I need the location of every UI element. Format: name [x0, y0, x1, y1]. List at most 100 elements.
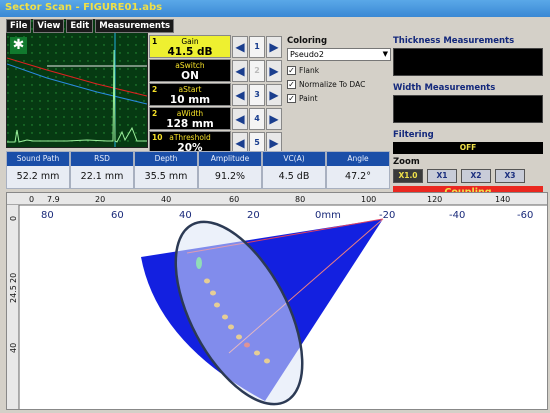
zoom-button-x1[interactable]: X1 [427, 169, 457, 183]
arrow-left-icon[interactable]: ◀ [232, 36, 248, 58]
ruler-tick: 0 [9, 216, 18, 221]
page-button-4[interactable]: 4 [249, 108, 265, 130]
thickness-title: Thickness Measurements [393, 36, 515, 46]
measurement-label: RSD [71, 152, 133, 166]
ruler-tick: 0 [29, 195, 34, 204]
measurement-value: 4.5 dB [278, 171, 310, 182]
param-aswitch[interactable]: aSwitch ON [149, 59, 231, 82]
axis-label: 0mm [315, 210, 341, 221]
a-scan-graph [6, 20, 148, 147]
axis-label: -60 [517, 210, 533, 221]
coloring-select[interactable]: Pseudo2 ▼ [287, 48, 391, 61]
param-value: 128 mm [166, 118, 214, 130]
ruler-tick: 40 [161, 195, 171, 204]
param-value: 10 mm [169, 94, 211, 106]
measurement-cell: Sound Path 52.2 mm [6, 151, 70, 189]
freeze-icon[interactable]: ✱ [10, 37, 27, 54]
ruler-tick: 80 [295, 195, 305, 204]
ruler-tick: 120 [427, 195, 442, 204]
measurement-cell: Depth 35.5 mm [134, 151, 198, 189]
ruler-tick: 40 [9, 343, 18, 353]
arrow-left-icon[interactable]: ◀ [232, 108, 248, 130]
arrow-right-icon[interactable]: ▶ [266, 60, 282, 82]
thickness-display [393, 48, 543, 76]
measurement-label: Depth [135, 152, 197, 166]
measurement-value: 35.5 mm [144, 171, 188, 182]
chevron-down-icon: ▼ [382, 50, 388, 58]
measurement-cell: VC(A) 4.5 dB [262, 151, 326, 189]
check-icon: ✓ [287, 66, 296, 75]
param-gain[interactable]: 1 Gain 41.5 dB [149, 35, 231, 58]
flank-checkbox[interactable]: ✓ Flank [287, 66, 391, 75]
param-index: 2 [152, 85, 158, 94]
param-label: Gain [181, 37, 199, 46]
zoom-title: Zoom [393, 157, 420, 167]
axis-label: -40 [449, 210, 465, 221]
scan-axis-labels: 80 60 40 20 0mm -20 -40 -60 [41, 210, 533, 221]
param-astart[interactable]: 2 aStart 10 mm [149, 83, 231, 106]
ruler-marker: 7.9 [47, 195, 60, 204]
a-scan-panel[interactable] [6, 19, 148, 148]
checkbox-label: Paint [299, 94, 318, 103]
menu-edit[interactable]: Edit [66, 19, 94, 33]
param-label: aWidth [176, 109, 204, 118]
ruler-tick: 60 [229, 195, 239, 204]
width-display [393, 95, 543, 123]
ruler-tick: 20 [9, 273, 18, 283]
checkbox-label: Normalize To DAC [299, 80, 366, 89]
axis-label: 40 [179, 210, 192, 221]
ruler-tick: 140 [495, 195, 510, 204]
measurement-bar: Sound Path 52.2 mm RSD 22.1 mm Depth 35.… [6, 151, 390, 189]
arrow-right-icon[interactable]: ▶ [266, 36, 282, 58]
measurement-label: Angle [327, 152, 389, 166]
measurement-value: 47.2° [345, 171, 371, 182]
filtering-value[interactable]: OFF [393, 142, 543, 154]
arrow-left-icon[interactable]: ◀ [232, 60, 248, 82]
arrow-right-icon[interactable]: ▶ [266, 108, 282, 130]
measurement-value: 52.2 mm [16, 171, 60, 182]
param-index: 2 [152, 109, 158, 118]
measurement-label: Sound Path [7, 152, 69, 166]
check-icon: ✓ [287, 80, 296, 89]
measurement-value: 22.1 mm [80, 171, 124, 182]
zoom-button-x1-0[interactable]: X1.0 [393, 169, 423, 183]
menu-file[interactable]: File [6, 19, 32, 33]
measurement-value: 91.2% [214, 171, 246, 182]
axis-label: 60 [111, 210, 124, 221]
coloring-title: Coloring [287, 36, 328, 46]
page-button-1[interactable]: 1 [249, 36, 265, 58]
coloring-selected: Pseudo2 [290, 50, 324, 59]
menu-view[interactable]: View [33, 19, 65, 33]
ruler-marker: 24.5 [9, 285, 18, 303]
zoom-buttons: X1.0 X1 X2 X3 [393, 169, 543, 183]
parameter-panel: 1 Gain 41.5 dB aSwitch ON 2 aStart 10 mm… [149, 35, 231, 155]
param-adjust-buttons: ◀ 1 ▶ ◀ 2 ▶ ◀ 3 ▶ ◀ 4 ▶ ◀ 5 ▶ [232, 36, 284, 156]
page-button-2[interactable]: 2 [249, 60, 265, 82]
param-index: 1 [152, 37, 158, 46]
sector-scan-view[interactable]: 0 7.9 20 40 60 80 100 120 140 0 20 24.5 … [6, 192, 548, 410]
axis-label: 80 [41, 210, 54, 221]
param-index: 10 [152, 133, 163, 142]
ruler-tick: 20 [95, 195, 105, 204]
zoom-button-x2[interactable]: X2 [461, 169, 491, 183]
zoom-button-x3[interactable]: X3 [495, 169, 525, 183]
normalize-dac-checkbox[interactable]: ✓ Normalize To DAC [287, 80, 391, 89]
coloring-panel: Coloring Pseudo2 ▼ ✓ Flank ✓ Normalize T… [287, 36, 391, 103]
param-value: ON [181, 70, 199, 82]
measurement-cell: RSD 22.1 mm [70, 151, 134, 189]
param-label: aSwitch [175, 61, 205, 70]
ruler-tick: 100 [361, 195, 376, 204]
measurement-label: Amplitude [199, 152, 261, 166]
width-title: Width Measurements [393, 83, 496, 93]
arrow-right-icon[interactable]: ▶ [266, 84, 282, 106]
page-button-3[interactable]: 3 [249, 84, 265, 106]
measurement-label: VC(A) [263, 152, 325, 166]
right-panel: Thickness Measurements Width Measurement… [393, 36, 543, 200]
arrow-left-icon[interactable]: ◀ [232, 84, 248, 106]
menu-bar: File View Edit Measurements [6, 19, 175, 33]
measurement-cell: Amplitude 91.2% [198, 151, 262, 189]
paint-checkbox[interactable]: ✓ Paint [287, 94, 391, 103]
measurement-cell: Angle 47.2° [326, 151, 390, 189]
param-awidth[interactable]: 2 aWidth 128 mm [149, 107, 231, 130]
menu-measurements[interactable]: Measurements [95, 19, 175, 33]
